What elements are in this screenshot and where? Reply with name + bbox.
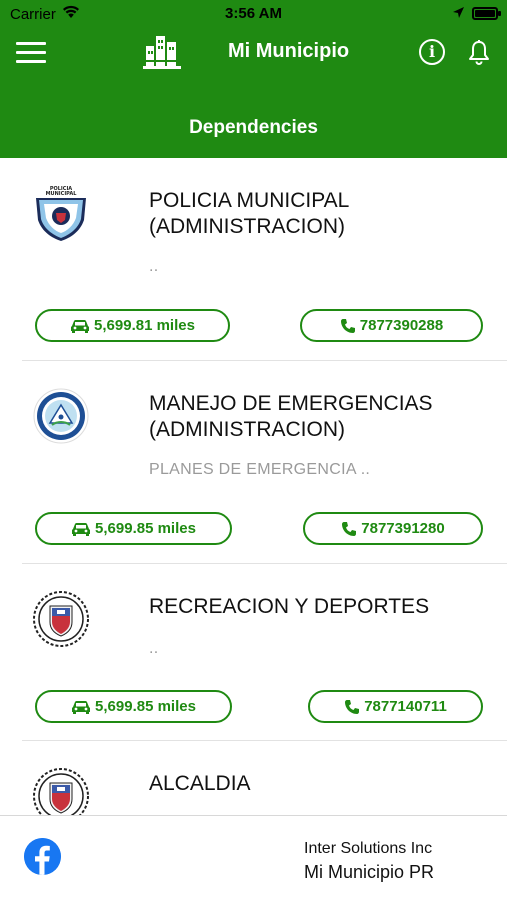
- dependency-name: ALCALDIA: [149, 771, 489, 797]
- dependency-name-line: (ADMINISTRACION): [149, 215, 345, 238]
- dependency-name: MANEJO DE EMERGENCIAS (ADMINISTRACION): [149, 391, 489, 443]
- section-title: Dependencies: [189, 117, 318, 138]
- dependency-name-line: (ADMINISTRACION): [149, 418, 345, 441]
- status-time: 3:56 AM: [225, 5, 282, 22]
- call-button[interactable]: 7877140711: [308, 690, 483, 723]
- directions-button[interactable]: 5,699.81 miles: [35, 309, 230, 342]
- facebook-icon[interactable]: [24, 838, 61, 875]
- distance-label: 5,699.85 miles: [95, 520, 196, 537]
- municipal-seal-icon: [33, 768, 89, 815]
- company-name: Inter Solutions Inc: [304, 840, 433, 857]
- dependency-card[interactable]: POLICIA MUNICIPAL POLICIA MUNICIPAL (ADM…: [0, 158, 507, 361]
- dependency-description: ..: [149, 258, 159, 275]
- phone-number: 7877390288: [359, 317, 444, 334]
- police-badge-icon: POLICIA MUNICIPAL: [36, 186, 86, 241]
- dependency-name: POLICIA MUNICIPAL (ADMINISTRACION): [149, 188, 489, 240]
- app-header: Mi Municipio i Dependencies: [0, 28, 507, 158]
- car-icon: [71, 319, 90, 333]
- dependencies-list[interactable]: POLICIA MUNICIPAL POLICIA MUNICIPAL (ADM…: [0, 158, 507, 815]
- phone-icon: [342, 521, 357, 536]
- dependency-name: RECREACION Y DEPORTES: [149, 594, 489, 620]
- footer: Inter Solutions Inc Mi Municipio PR: [0, 815, 507, 900]
- info-icon[interactable]: i: [419, 39, 445, 65]
- phone-number: 7877391280: [361, 520, 445, 537]
- battery-icon: [472, 7, 501, 20]
- footer-app-name: Mi Municipio PR: [304, 862, 435, 882]
- phone-icon: [345, 699, 360, 714]
- municipal-seal-icon: [33, 591, 89, 647]
- dependency-name-line: ALCALDIA: [149, 772, 251, 795]
- call-button[interactable]: 7877391280: [303, 512, 483, 545]
- directions-button[interactable]: 5,699.85 miles: [35, 690, 232, 723]
- dependency-card[interactable]: MANEJO DE EMERGENCIAS (ADMINISTRACION) P…: [0, 361, 507, 564]
- app-title: Mi Municipio: [228, 40, 350, 62]
- location-arrow-icon: [453, 7, 464, 18]
- dependency-description: PLANES DE EMERGENCIA ..: [149, 461, 371, 478]
- car-icon: [72, 522, 91, 536]
- phone-number: 7877140711: [364, 698, 447, 715]
- bell-icon[interactable]: [467, 39, 491, 65]
- dependency-name-line: MANEJO DE EMERGENCIAS: [149, 392, 433, 415]
- emergency-management-seal-icon: [33, 388, 89, 444]
- phone-icon: [340, 318, 355, 333]
- call-button[interactable]: 7877390288: [300, 309, 483, 342]
- dependency-name-line: POLICIA MUNICIPAL: [149, 189, 350, 212]
- distance-label: 5,699.81 miles: [94, 317, 195, 334]
- dependency-card[interactable]: RECREACION Y DEPORTES .. 5,699.85 miles …: [0, 564, 507, 741]
- distance-label: 5,699.85 miles: [95, 698, 196, 715]
- car-icon: [72, 700, 91, 714]
- hamburger-menu-button[interactable]: [16, 42, 46, 64]
- city-buildings-logo-icon: [143, 36, 181, 69]
- dependency-card[interactable]: ALCALDIA: [0, 741, 507, 815]
- dependency-description: ..: [149, 640, 159, 657]
- status-bar: Carrier 3:56 AM: [0, 0, 507, 28]
- svg-text:MUNICIPAL: MUNICIPAL: [46, 191, 78, 197]
- directions-button[interactable]: 5,699.85 miles: [35, 512, 232, 545]
- dependency-name-line: RECREACION Y DEPORTES: [149, 595, 430, 618]
